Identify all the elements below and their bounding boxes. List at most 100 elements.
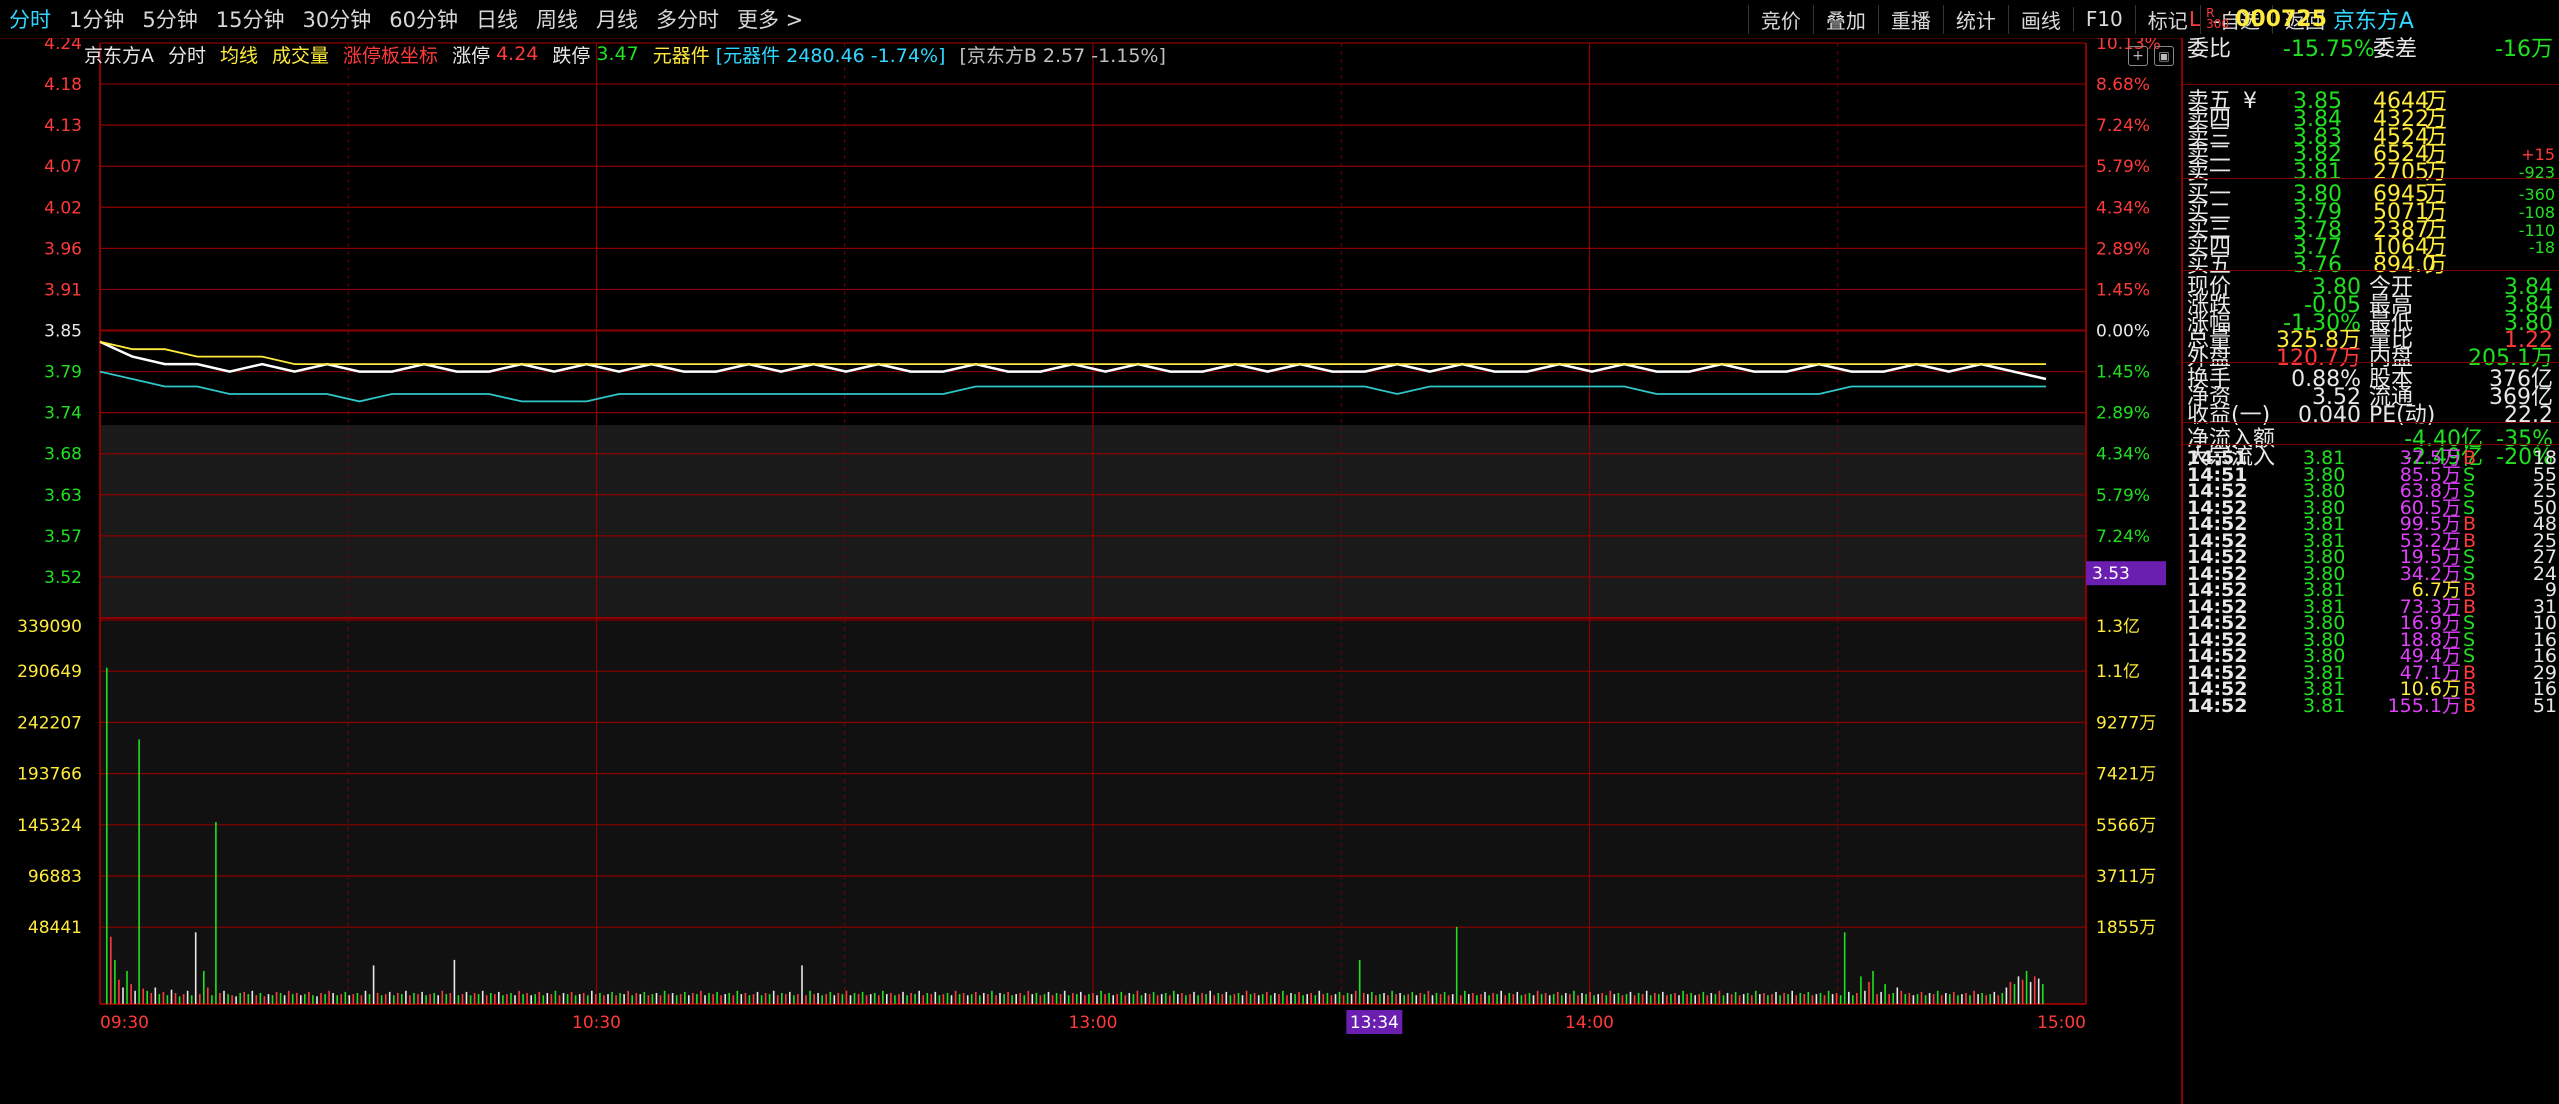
- volume-bar: [740, 994, 743, 1004]
- volume-bar: [776, 995, 779, 1004]
- legend-avg[interactable]: 均线: [220, 41, 258, 68]
- pct-axis-label: 4.34%: [2096, 445, 2150, 465]
- menu-item-8[interactable]: 月线: [587, 4, 647, 34]
- volume-bar: [243, 991, 245, 1004]
- chart-canvas[interactable]: 4.24 10.13%4.18 8.68%4.13 7.24%4.07 5.79%4.0…: [0, 38, 2181, 1104]
- volume-bar: [1363, 993, 1365, 1004]
- volume-bar: [178, 996, 181, 1004]
- volume-bar: [910, 993, 912, 1004]
- panel-toggle-icon[interactable]: ▣: [2154, 46, 2174, 66]
- menu-item-2[interactable]: 5分钟: [133, 4, 206, 34]
- volume-bar: [425, 995, 427, 1004]
- volume-bar: [1047, 991, 1050, 1004]
- volume-bar: [1229, 995, 1232, 1004]
- tool-button-4[interactable]: 画线: [2007, 4, 2073, 34]
- volume-bar: [2033, 976, 2036, 1004]
- volume-bar: [477, 994, 480, 1004]
- menu-item-1[interactable]: 1分钟: [60, 4, 133, 34]
- volume-axis-label: 290649: [17, 662, 82, 682]
- volume-bar: [1189, 994, 1191, 1004]
- volume-bar: [1286, 995, 1288, 1004]
- volume-bar: [1375, 995, 1377, 1004]
- volume-bar: [639, 994, 642, 1004]
- tick-side: B: [2463, 694, 2477, 717]
- volume-bar: [154, 987, 157, 1004]
- tool-button-2[interactable]: 重播: [1877, 4, 1943, 34]
- menu-item-4[interactable]: 30分钟: [293, 4, 380, 34]
- volume-bar: [1274, 993, 1276, 1004]
- volume-bar: [142, 988, 144, 1004]
- volume-bar: [1795, 995, 1797, 1004]
- zoom-icon[interactable]: +: [2128, 46, 2148, 66]
- volume-bar: [837, 993, 840, 1004]
- volume-bar: [1092, 993, 1094, 1004]
- fundamental-row: 收益(一) 0.040 PE(动) 22.2: [2183, 402, 2559, 428]
- volume-bar: [1674, 993, 1676, 1004]
- tick-time: 14:52: [2187, 694, 2248, 717]
- l-mark[interactable]: L: [2189, 7, 2200, 31]
- volume-bar: [1403, 995, 1405, 1004]
- volume-bar: [1270, 995, 1272, 1004]
- tool-button-0[interactable]: 竞价: [1747, 4, 1813, 34]
- legend-sector-name[interactable]: 元器件: [653, 41, 710, 68]
- volume-bar: [926, 993, 929, 1004]
- volume-bar: [902, 991, 904, 1004]
- volume-bar: [1904, 994, 1907, 1004]
- volume-bar: [506, 994, 508, 1004]
- volume-bar: [1678, 995, 1680, 1004]
- volume-bar: [1464, 990, 1466, 1004]
- volume-bar: [1686, 994, 1688, 1004]
- volume-bar: [1124, 995, 1127, 1004]
- volume-bar: [1666, 995, 1668, 1004]
- menu-item-3[interactable]: 15分钟: [207, 4, 294, 34]
- volume-bar: [106, 667, 108, 1004]
- volume-bar: [1399, 993, 1401, 1004]
- volume-bar: [966, 995, 969, 1004]
- volume-bar: [882, 990, 884, 1004]
- period-menu: 分时 1分钟 5分钟 15分钟 30分钟 60分钟 日线 周线 月线 多分时 更多 >: [0, 0, 812, 38]
- volume-bar: [1872, 970, 1874, 1004]
- legend-limit-axis[interactable]: 涨停板坐标: [343, 41, 438, 68]
- volume-bar: [122, 987, 124, 1004]
- menu-item-9[interactable]: 多分时: [647, 4, 728, 34]
- volume-bar: [2001, 993, 2004, 1004]
- volume-bar: [1662, 991, 1664, 1004]
- menu-item-5[interactable]: 60分钟: [380, 4, 467, 34]
- volume-bar: [360, 995, 363, 1004]
- volume-bar: [659, 995, 662, 1004]
- volume-bar: [1451, 994, 1454, 1004]
- volume-bar: [700, 990, 702, 1004]
- volume-bar: [1496, 994, 1498, 1004]
- volume-bar: [1221, 994, 1224, 1004]
- volume-bar: [789, 991, 791, 1004]
- volume-bar: [2025, 970, 2028, 1004]
- menu-item-10[interactable]: 更多 >: [728, 4, 812, 34]
- volume-bar: [146, 990, 148, 1004]
- tool-button-1[interactable]: 叠加: [1812, 4, 1878, 34]
- menu-item-6[interactable]: 日线: [467, 4, 527, 34]
- ask-row: 卖五 ¥3.85 4644 万: [2183, 88, 2559, 114]
- volume-bar: [1310, 993, 1312, 1004]
- fundamental-row: 换手 0.88% 股本 376亿: [2183, 366, 2559, 392]
- legend-sector-info[interactable]: [元器件 2480.46 -1.74%]: [716, 41, 946, 68]
- volume-bar: [1379, 994, 1381, 1004]
- volume-bar: [388, 991, 391, 1004]
- legend-mode[interactable]: 分时: [168, 41, 206, 68]
- intraday-chart[interactable]: 4.24 10.13% 4.18 8.68% 4.13 7.24% 4.07 5.79% 4.0…: [0, 38, 2181, 1104]
- legend-b-share-info[interactable]: [京东方B 2.57 -1.15%]: [959, 41, 1165, 68]
- menu-item-7[interactable]: 周线: [527, 4, 587, 34]
- menu-item-0[interactable]: 分时: [0, 4, 60, 34]
- volume-bar: [118, 979, 120, 1004]
- volume-bar: [1387, 995, 1389, 1004]
- volume-axis-right-label: 5566万: [2096, 816, 2156, 836]
- volume-bar: [1480, 994, 1482, 1004]
- volume-bar: [918, 990, 920, 1004]
- webi-row: 委比 -15.75% 委差 -16万: [2183, 36, 2559, 64]
- volume-bar: [1544, 993, 1547, 1004]
- volume-bar: [1617, 993, 1620, 1004]
- tool-button-3[interactable]: 统计: [1942, 4, 2008, 34]
- tool-button-5[interactable]: F10: [2072, 7, 2135, 31]
- legend-volume[interactable]: 成交量: [272, 41, 329, 68]
- r-mark-block[interactable]: R 300: [2206, 7, 2229, 30]
- volume-bar: [1237, 993, 1240, 1004]
